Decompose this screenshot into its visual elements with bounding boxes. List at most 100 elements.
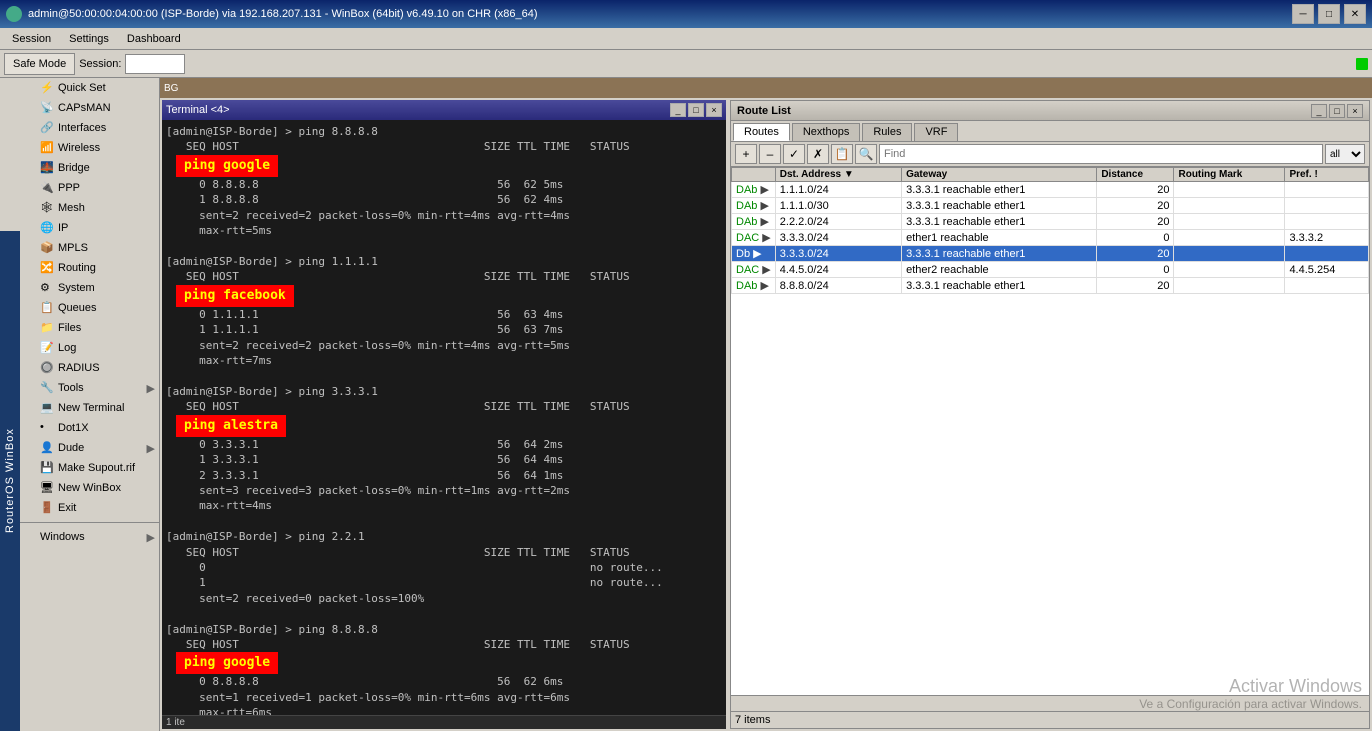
tab-routes[interactable]: Routes bbox=[733, 123, 790, 141]
title-bar-title-area: admin@50:00:00:04:00:00 (ISP-Borde) via … bbox=[6, 6, 538, 22]
route-search-input[interactable] bbox=[879, 144, 1323, 164]
terminal-minimize-button[interactable]: _ bbox=[670, 103, 686, 117]
terminal-maximize-button[interactable]: □ bbox=[688, 103, 704, 117]
sidebar-item-system[interactable]: ⚙ System bbox=[20, 278, 159, 298]
table-row[interactable]: DAb ▶ 1.1.1.0/24 3.3.3.1 reachable ether… bbox=[732, 182, 1369, 198]
safe-mode-button[interactable]: Safe Mode bbox=[4, 53, 75, 75]
sidebar-item-dot1x[interactable]: • Dot1X bbox=[20, 418, 159, 438]
row-dst: 4.4.5.0/24 bbox=[775, 262, 901, 278]
row-distance: 0 bbox=[1097, 262, 1174, 278]
sidebar-item-quickset[interactable]: ⚡ Quick Set bbox=[20, 78, 159, 98]
col-type[interactable] bbox=[732, 168, 776, 182]
sidebar-item-wireless[interactable]: 📶 Wireless bbox=[20, 138, 159, 158]
route-list-title: Route List bbox=[737, 105, 791, 117]
route-filter-button[interactable]: 🔍 bbox=[855, 144, 877, 164]
winbox-brand: RouterOS WinBox bbox=[0, 231, 20, 731]
ping-google-label-1: ping google bbox=[176, 155, 278, 177]
col-gateway[interactable]: Gateway bbox=[902, 168, 1097, 182]
interfaces-icon: 🔗 bbox=[40, 121, 54, 135]
mesh-icon: 🕸 bbox=[40, 201, 54, 215]
row-pref bbox=[1285, 182, 1369, 198]
row-distance: 20 bbox=[1097, 214, 1174, 230]
routing-icon: 🔀 bbox=[40, 261, 54, 275]
tab-nexthops[interactable]: Nexthops bbox=[792, 123, 860, 141]
ping-alestra-label: ping alestra bbox=[176, 415, 286, 437]
sidebar-item-log[interactable]: 📝 Log bbox=[20, 338, 159, 358]
row-mark bbox=[1174, 214, 1285, 230]
content-area: BG Terminal <4> _ □ × [admin@ISP-Borde] … bbox=[160, 78, 1372, 731]
route-disable-button[interactable]: ✗ bbox=[807, 144, 829, 164]
sidebar-item-files[interactable]: 📁 Files bbox=[20, 318, 159, 338]
col-pref[interactable]: Pref. ! bbox=[1285, 168, 1369, 182]
table-row[interactable]: DAb ▶ 2.2.2.0/24 3.3.3.1 reachable ether… bbox=[732, 214, 1369, 230]
sidebar-item-routing[interactable]: 🔀 Routing bbox=[20, 258, 159, 278]
sidebar-item-new-winbox[interactable]: 🖥 New WinBox bbox=[20, 478, 159, 498]
minimize-button[interactable]: ─ bbox=[1292, 4, 1314, 24]
menu-session[interactable]: Session bbox=[4, 31, 59, 47]
tab-vrf[interactable]: VRF bbox=[914, 123, 958, 141]
route-minimize-button[interactable]: _ bbox=[1311, 104, 1327, 118]
panels: Terminal <4> _ □ × [admin@ISP-Borde] > p… bbox=[160, 98, 1372, 731]
tab-rules[interactable]: Rules bbox=[862, 123, 912, 141]
route-filter-select[interactable]: all bbox=[1325, 144, 1365, 164]
menu-bar: Session Settings Dashboard bbox=[0, 28, 1372, 50]
col-dst[interactable]: Dst. Address ▼ bbox=[775, 168, 901, 182]
menu-dashboard[interactable]: Dashboard bbox=[119, 31, 189, 47]
table-row-active[interactable]: Db ▶ 3.3.3.0/24 3.3.3.1 reachable ether1… bbox=[732, 246, 1369, 262]
sidebar-item-tools[interactable]: 🔧 Tools ▶ bbox=[20, 378, 159, 398]
sidebar-item-interfaces[interactable]: 🔗 Interfaces bbox=[20, 118, 159, 138]
route-copy-button[interactable]: 📋 bbox=[831, 144, 853, 164]
terminal-close-button[interactable]: × bbox=[706, 103, 722, 117]
row-type: DAb ▶ bbox=[732, 198, 776, 214]
sidebar-item-ip[interactable]: 🌐 IP bbox=[20, 218, 159, 238]
terminal-titlebar-controls: _ □ × bbox=[670, 103, 722, 117]
route-enable-button[interactable]: ✓ bbox=[783, 144, 805, 164]
sidebar-item-dude[interactable]: 👤 Dude ▶ bbox=[20, 438, 159, 458]
route-remove-button[interactable]: – bbox=[759, 144, 781, 164]
session-input[interactable] bbox=[125, 54, 185, 74]
row-type: DAb ▶ bbox=[732, 278, 776, 294]
row-gateway: 3.3.3.1 reachable ether1 bbox=[902, 246, 1097, 262]
sidebar-item-queues[interactable]: 📋 Queues bbox=[20, 298, 159, 318]
title-bar: admin@50:00:00:04:00:00 (ISP-Borde) via … bbox=[0, 0, 1372, 28]
window-title: admin@50:00:00:04:00:00 (ISP-Borde) via … bbox=[28, 8, 538, 20]
col-mark[interactable]: Routing Mark bbox=[1174, 168, 1285, 182]
dot1x-icon: • bbox=[40, 421, 54, 435]
table-row[interactable]: DAC ▶ 4.4.5.0/24 ether2 reachable 0 4.4.… bbox=[732, 262, 1369, 278]
sidebar-item-windows[interactable]: Windows ▶ bbox=[20, 527, 159, 547]
route-close-button[interactable]: × bbox=[1347, 104, 1363, 118]
tools-icon: 🔧 bbox=[40, 381, 54, 395]
sidebar-item-exit[interactable]: 🚪 Exit bbox=[20, 498, 159, 518]
sidebar-item-capsman[interactable]: 📡 CAPsMAN bbox=[20, 98, 159, 118]
connection-indicator bbox=[1356, 58, 1368, 70]
sidebar-item-new-terminal[interactable]: 💻 New Terminal bbox=[20, 398, 159, 418]
sidebar-item-ppp[interactable]: 🔌 PPP bbox=[20, 178, 159, 198]
sidebar-item-radius[interactable]: 🔘 RADIUS bbox=[20, 358, 159, 378]
sidebar-item-mpls[interactable]: 📦 MPLS bbox=[20, 238, 159, 258]
sidebar-item-mesh[interactable]: 🕸 Mesh bbox=[20, 198, 159, 218]
system-icon: ⚙ bbox=[40, 281, 54, 295]
maximize-button[interactable]: □ bbox=[1318, 4, 1340, 24]
col-distance[interactable]: Distance bbox=[1097, 168, 1174, 182]
sidebar-item-bridge[interactable]: 🌉 Bridge bbox=[20, 158, 159, 178]
main-layout: RouterOS WinBox ⚡ Quick Set 📡 CAPsMAN 🔗 … bbox=[0, 78, 1372, 731]
row-type: DAb ▶ bbox=[732, 182, 776, 198]
row-dst: 2.2.2.0/24 bbox=[775, 214, 901, 230]
sidebar-divider bbox=[20, 522, 159, 523]
table-row[interactable]: DAC ▶ 3.3.3.0/24 ether1 reachable 0 3.3.… bbox=[732, 230, 1369, 246]
table-row[interactable]: DAb ▶ 8.8.8.0/24 3.3.3.1 reachable ether… bbox=[732, 278, 1369, 294]
new-terminal-icon: 💻 bbox=[40, 401, 54, 415]
row-type: DAC ▶ bbox=[732, 262, 776, 278]
row-gateway: 3.3.3.1 reachable ether1 bbox=[902, 182, 1097, 198]
queues-icon: 📋 bbox=[40, 301, 54, 315]
ping-google-label-2: ping google bbox=[176, 652, 278, 674]
route-add-button[interactable]: + bbox=[735, 144, 757, 164]
sidebar-item-make-supout[interactable]: 💾 Make Supout.rif bbox=[20, 458, 159, 478]
close-button[interactable]: ✕ bbox=[1344, 4, 1366, 24]
route-toolbar: + – ✓ ✗ 📋 🔍 all bbox=[731, 142, 1369, 167]
menu-settings[interactable]: Settings bbox=[61, 31, 117, 47]
route-maximize-button[interactable]: □ bbox=[1329, 104, 1345, 118]
terminal-body[interactable]: [admin@ISP-Borde] > ping 8.8.8.8 SEQ HOS… bbox=[162, 120, 726, 715]
horizontal-scrollbar[interactable] bbox=[731, 695, 1369, 711]
table-row[interactable]: DAb ▶ 1.1.1.0/30 3.3.3.1 reachable ether… bbox=[732, 198, 1369, 214]
